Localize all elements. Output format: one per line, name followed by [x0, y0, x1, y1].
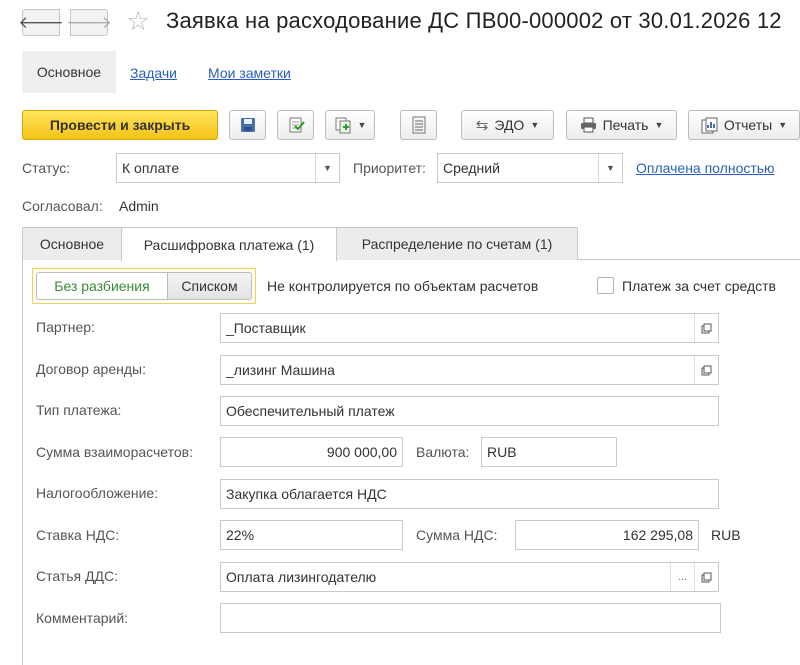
- dds-field[interactable]: Оплата лизингодателю ...: [220, 562, 719, 592]
- vat-sum-field[interactable]: 162 295,08: [515, 520, 699, 550]
- select-dots-button[interactable]: ...: [670, 563, 694, 591]
- payment-type-field[interactable]: Обеспечительный платеж: [220, 396, 719, 426]
- amount-value: 900 000,00: [326, 444, 397, 460]
- priority-label: Приоритет:: [353, 160, 426, 176]
- vat-rate-label: Ставка НДС:: [36, 527, 120, 543]
- currency-label: Валюта:: [416, 444, 470, 460]
- amount-label: Сумма взаиморасчетов:: [36, 444, 193, 460]
- structure-button[interactable]: [400, 110, 437, 140]
- save-icon: [240, 118, 255, 132]
- arrow-left-icon: 🡐: [18, 12, 64, 32]
- print-label: Печать: [602, 117, 649, 133]
- open-icon[interactable]: [694, 314, 718, 342]
- priority-select[interactable]: Средний ▼: [437, 153, 623, 183]
- status-label: Статус:: [22, 160, 71, 176]
- nav-tasks[interactable]: Задачи: [130, 65, 177, 81]
- chevron-down-icon: ▼: [530, 120, 540, 130]
- dds-value: Оплата лизингодателю: [226, 569, 377, 585]
- approved-value: Admin: [119, 198, 159, 214]
- payment-funds-checkbox[interactable]: [597, 277, 614, 294]
- chevron-down-icon: ▼: [778, 120, 788, 130]
- chevron-down-icon: ▼: [357, 120, 367, 130]
- chevron-down-icon: ▼: [654, 120, 664, 130]
- printer-icon: [580, 117, 596, 133]
- chevron-down-icon[interactable]: ▼: [598, 154, 622, 182]
- vat-sum-label: Сумма НДС:: [416, 527, 498, 543]
- vat-rate-field[interactable]: 22%: [220, 520, 403, 550]
- lease-label: Договор аренды:: [36, 361, 146, 377]
- post-button[interactable]: [277, 110, 314, 140]
- paid-status-link[interactable]: Оплачена полностью: [636, 160, 775, 176]
- tax-value: Закупка облагается НДС: [226, 486, 387, 502]
- list-mode-button[interactable]: Списком: [167, 272, 252, 300]
- list-icon: [412, 116, 425, 134]
- approved-label: Согласовал:: [22, 198, 103, 214]
- forward-button[interactable]: 🡒: [66, 9, 112, 36]
- save-button[interactable]: [229, 110, 266, 140]
- not-controlled-text: Не контролируется по объектам расчетов: [267, 278, 539, 294]
- create-based-icon: [335, 117, 351, 134]
- lease-field[interactable]: _лизинг Машина: [220, 355, 719, 385]
- currency-field[interactable]: RUB: [481, 437, 617, 467]
- create-based-on-button[interactable]: ▼: [325, 110, 375, 140]
- lease-value: _лизинг Машина: [226, 362, 335, 378]
- open-icon[interactable]: [694, 563, 718, 591]
- tab-account-distribution[interactable]: Распределение по счетам (1): [336, 227, 578, 260]
- amount-field[interactable]: 900 000,00: [220, 437, 403, 467]
- page-title: Заявка на расходование ДС ПВ00-000002 от…: [166, 8, 782, 33]
- panel-border: [22, 259, 23, 665]
- reports-button[interactable]: Отчеты ▼: [688, 110, 800, 140]
- tax-label: Налогообложение:: [36, 485, 159, 501]
- post-and-close-button[interactable]: Провести и закрыть: [22, 110, 218, 140]
- vat-rate-value: 22%: [226, 527, 255, 543]
- nav-main[interactable]: Основное: [22, 51, 116, 93]
- vat-currency: RUB: [711, 527, 741, 543]
- priority-value: Средний: [443, 160, 500, 176]
- tax-field[interactable]: Закупка облагается НДС: [220, 479, 719, 509]
- tab-main[interactable]: Основное: [22, 227, 122, 260]
- partner-label: Партнер:: [36, 319, 95, 335]
- tab-payment-details[interactable]: Расшифровка платежа (1): [121, 227, 337, 261]
- comment-label: Комментарий:: [36, 610, 129, 626]
- chevron-down-icon[interactable]: ▼: [315, 154, 339, 182]
- reports-icon: [701, 117, 718, 133]
- no-split-button[interactable]: Без разбиения: [36, 272, 168, 300]
- partner-field[interactable]: _Поставщик: [220, 313, 719, 343]
- payment-funds-label: Платеж за счет средств: [622, 278, 776, 294]
- partner-value: _Поставщик: [226, 320, 306, 336]
- document-post-icon: [289, 117, 305, 133]
- nav-notes[interactable]: Мои заметки: [208, 65, 291, 81]
- edo-label: ЭДО: [494, 117, 525, 133]
- edo-button[interactable]: ⇆ ЭДО ▼: [461, 110, 554, 140]
- status-value: К оплате: [122, 160, 180, 176]
- arrow-right-icon: 🡒: [66, 12, 112, 32]
- split-mode-switch: Без разбиения Списком: [32, 268, 256, 304]
- favorite-star-icon[interactable]: ☆: [126, 6, 150, 36]
- edo-icon: ⇆: [475, 117, 489, 134]
- reports-label: Отчеты: [723, 117, 773, 133]
- open-icon[interactable]: [694, 356, 718, 384]
- back-button[interactable]: 🡐: [18, 9, 64, 36]
- payment-type-value: Обеспечительный платеж: [226, 403, 395, 419]
- print-button[interactable]: Печать ▼: [566, 110, 677, 140]
- comment-field[interactable]: [220, 603, 721, 633]
- vat-sum-value: 162 295,08: [622, 527, 693, 543]
- dds-label: Статья ДДС:: [36, 568, 118, 584]
- currency-value: RUB: [487, 444, 517, 460]
- status-select[interactable]: К оплате ▼: [116, 153, 340, 183]
- payment-type-label: Тип платежа:: [36, 402, 122, 418]
